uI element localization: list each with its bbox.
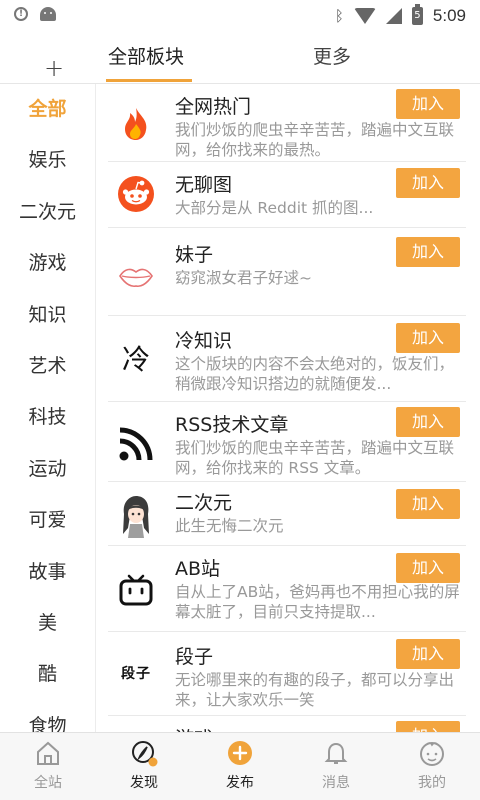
sidebar-item-games[interactable]: 游戏 <box>0 238 95 289</box>
nav-discover[interactable]: 发现 <box>96 733 192 800</box>
board-title: 段子 <box>175 646 214 668</box>
active-tab-indicator <box>106 79 192 82</box>
nav-label: 全站 <box>34 775 62 791</box>
list-item[interactable]: AB站 自从上了AB站，爸妈再也不用担心我的屏幕太脏了，目前只支持提取... 加… <box>96 546 480 632</box>
list-item[interactable]: 全网热门 我们炒饭的爬虫辛辛苦苦，踏遍中文互联网，给你找来的最热。 加入 <box>96 84 480 162</box>
wifi-icon <box>353 8 376 24</box>
sidebar-item-entertainment[interactable]: 娱乐 <box>0 135 95 186</box>
sidebar-item-stories[interactable]: 故事 <box>0 547 95 598</box>
sidebar-item-sports[interactable]: 运动 <box>0 444 95 495</box>
status-bar: ! ᛒ 5 5:09 <box>0 0 480 34</box>
board-description: 此生无悔二次元 <box>175 517 284 535</box>
join-button[interactable]: 加入 <box>396 323 460 353</box>
calligraphy-icon: 冷 <box>121 343 150 376</box>
nav-label: 发布 <box>226 775 254 791</box>
nav-messages[interactable]: 消息 <box>288 733 384 800</box>
anime-girl-icon <box>123 496 149 538</box>
tab-more[interactable]: 更多 <box>300 42 364 82</box>
list-item[interactable]: 妹子 窈窕淑女君子好逑~ 加入 <box>96 228 480 316</box>
bilibili-tv-icon <box>119 574 153 606</box>
board-description: 我们炒饭的爬虫辛辛苦苦，踏遍中文互联网，给你找来的最热。 <box>175 121 455 159</box>
list-item[interactable]: 游戏 加入 <box>96 716 480 732</box>
notification-info-icon: ! <box>14 7 28 21</box>
list-item[interactable]: 冷 冷知识 这个版块的内容不会太绝对的，饭友们，稍微跟冷知识搭边的就随便发...… <box>96 316 480 402</box>
profile-face-icon <box>420 742 444 766</box>
board-title: 妹子 <box>175 244 214 266</box>
board-description: 大部分是从 Reddit 抓的图... <box>175 199 374 217</box>
join-button[interactable]: 加入 <box>396 721 460 732</box>
add-board-button[interactable]: + <box>38 52 70 84</box>
lips-icon <box>119 268 153 288</box>
list-item[interactable]: RSS技术文章 我们炒饭的爬虫辛辛苦苦，踏遍中文互联网，给你找来的 RSS 文章… <box>96 402 480 482</box>
board-title: 全网热门 <box>175 96 252 118</box>
nav-home[interactable]: 全站 <box>0 733 96 800</box>
duanzi-icon: 段子 <box>121 666 151 682</box>
bottom-navigation: 全站 发现 发布 消息 我的 <box>0 732 480 800</box>
sidebar-item-beauty[interactable]: 美 <box>0 598 95 649</box>
board-title: 游戏 <box>175 724 213 732</box>
board-description: 我们炒饭的爬虫辛辛苦苦，踏遍中文互联网，给你找来的 RSS 文章。 <box>175 439 455 477</box>
category-sidebar[interactable]: 全部 娱乐 二次元 游戏 知识 艺术 科技 运动 可爱 故事 美 酷 食物 <box>0 84 96 732</box>
sidebar-item-all[interactable]: 全部 <box>0 84 95 135</box>
join-button[interactable]: 加入 <box>396 89 460 119</box>
board-title: RSS技术文章 <box>175 414 289 436</box>
sidebar-item-knowledge[interactable]: 知识 <box>0 290 95 341</box>
nav-profile[interactable]: 我的 <box>384 733 480 800</box>
board-description: 无论哪里来的有趣的段子，都可以分享出来，让大家欢乐一笑 <box>175 671 455 709</box>
signal-icon <box>385 8 402 24</box>
board-description: 自从上了AB站，爸妈再也不用担心我的屏幕太脏了，目前只支持提取... <box>175 583 460 621</box>
nav-label: 我的 <box>418 775 446 791</box>
bluetooth-icon: ᛒ <box>334 7 344 25</box>
nav-publish[interactable]: 发布 <box>192 733 288 800</box>
discover-icon <box>132 741 158 767</box>
board-description: 窈窕淑女君子好逑~ <box>175 269 312 287</box>
list-item[interactable]: 二次元 此生无悔二次元 加入 <box>96 482 480 546</box>
join-button[interactable]: 加入 <box>396 237 460 267</box>
android-debug-icon <box>40 7 56 21</box>
reddit-icon <box>118 176 154 212</box>
sidebar-item-cute[interactable]: 可爱 <box>0 495 95 546</box>
sidebar-item-cool[interactable]: 酷 <box>0 649 95 700</box>
sidebar-item-tech[interactable]: 科技 <box>0 392 95 443</box>
board-list[interactable]: 全网热门 我们炒饭的爬虫辛辛苦苦，踏遍中文互联网，给你找来的最热。 加入 无聊图… <box>96 84 480 732</box>
sidebar-item-art[interactable]: 艺术 <box>0 341 95 392</box>
top-tab-bar: + 全部板块 更多 <box>0 34 480 84</box>
sidebar-item-anime[interactable]: 二次元 <box>0 187 95 238</box>
board-description: 这个版块的内容不会太绝对的，饭友们，稍微跟冷知识搭边的就随便发... <box>175 355 455 393</box>
nav-label: 发现 <box>130 775 158 791</box>
join-button[interactable]: 加入 <box>396 407 460 437</box>
tab-all-boards[interactable]: 全部板块 <box>100 42 192 82</box>
board-title: 无聊图 <box>175 174 233 196</box>
sidebar-item-food[interactable]: 食物 <box>0 701 95 732</box>
status-time: 5:09 <box>432 6 466 25</box>
join-button[interactable]: 加入 <box>396 553 460 583</box>
battery-icon: 5 <box>411 4 423 25</box>
tab-label: 更多 <box>312 46 351 68</box>
home-icon <box>37 741 59 765</box>
join-button[interactable]: 加入 <box>396 489 460 519</box>
list-item[interactable]: 段子 段子 无论哪里来的有趣的段子，都可以分享出来，让大家欢乐一笑 加入 <box>96 632 480 716</box>
list-item[interactable]: 无聊图 大部分是从 Reddit 抓的图... 加入 <box>96 162 480 228</box>
board-title: AB站 <box>175 558 221 580</box>
join-button[interactable]: 加入 <box>396 639 460 669</box>
rss-icon <box>119 427 153 461</box>
bell-icon <box>324 742 348 764</box>
tab-label: 全部板块 <box>107 46 184 68</box>
board-title: 冷知识 <box>175 330 233 352</box>
publish-plus-icon <box>228 741 252 765</box>
join-button[interactable]: 加入 <box>396 168 460 198</box>
nav-label: 消息 <box>322 775 350 791</box>
board-title: 二次元 <box>175 492 233 514</box>
flame-icon <box>125 108 147 140</box>
